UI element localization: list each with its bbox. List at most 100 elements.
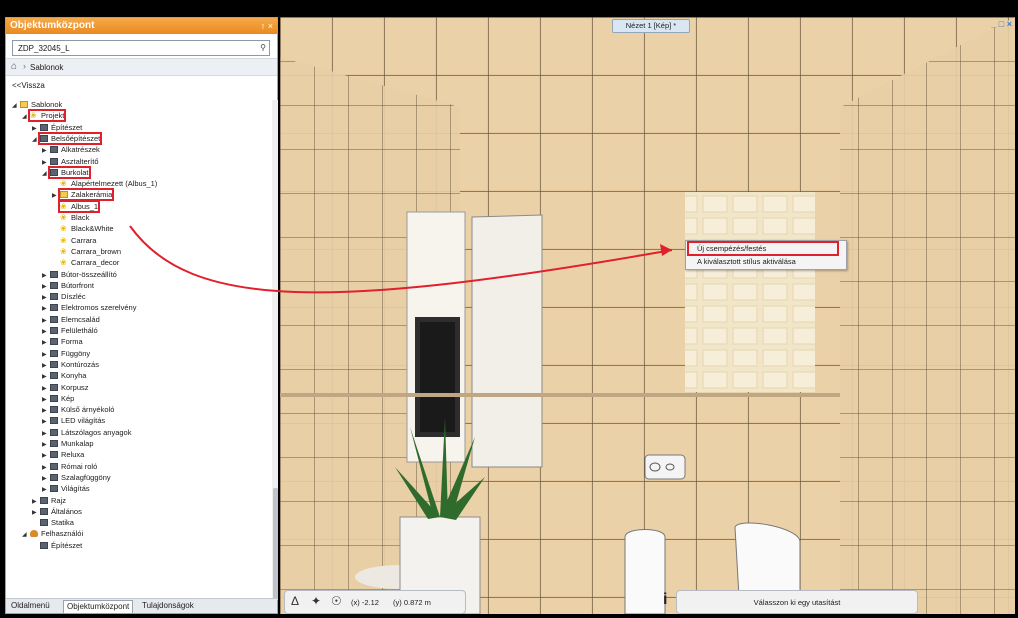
tree-item[interactable]: ▶ Függöny: [42, 349, 90, 359]
tree-item[interactable]: ▶ Külső árnyékoló: [42, 405, 114, 415]
tree-item[interactable]: ❀ Alapértelmezett (Albus_1): [52, 179, 157, 189]
book-icon: [50, 146, 58, 154]
coord-x: (x) -2.12: [351, 598, 379, 607]
book-icon: [50, 394, 58, 402]
book-icon: [40, 541, 48, 549]
tree-item[interactable]: ▶ Asztalterítő: [42, 157, 99, 167]
expand-arrow-icon[interactable]: ◢: [12, 101, 20, 111]
tree-item[interactable]: ▶ Szalagfüggöny: [42, 473, 111, 483]
tree-item[interactable]: ❀ Carrara: [52, 236, 96, 246]
tree-item[interactable]: ▶ Díszléc: [42, 292, 86, 302]
tree-item[interactable]: ▶ Konyha: [42, 371, 86, 381]
tree-item[interactable]: ◢ Felhasználói: [22, 529, 83, 539]
tree-item[interactable]: ▶ Bútor-összeállító: [42, 270, 117, 280]
tree-item-text: Építészet: [51, 540, 83, 550]
expand-arrow-icon[interactable]: ▶: [42, 372, 50, 382]
tree-item-text: LED világítás: [61, 416, 106, 426]
tree-scrollbar-thumb[interactable]: [273, 488, 278, 600]
tree-item[interactable]: ▶ Forma: [42, 337, 83, 347]
tree-item[interactable]: ❀ Black: [52, 213, 89, 223]
expand-arrow-icon[interactable]: ▶: [42, 282, 50, 292]
compass-icon[interactable]: Δ: [291, 594, 299, 608]
3d-viewport[interactable]: Nézet 1 [Kép] * _ □ ×: [280, 17, 1015, 614]
bulb-icon: ❀: [30, 111, 37, 121]
expand-arrow-icon[interactable]: ▶: [42, 146, 50, 156]
expand-arrow-icon[interactable]: ▶: [42, 384, 50, 394]
expand-arrow-icon[interactable]: ▶: [42, 440, 50, 450]
tree-item[interactable]: ▶ Alkatrészek: [42, 145, 100, 155]
tree-item[interactable]: ▶ Munkalap: [42, 439, 94, 449]
tree-item[interactable]: ▶ Zalakerámia: [52, 188, 115, 202]
expand-arrow-icon[interactable]: ▶: [42, 293, 50, 303]
expand-arrow-icon[interactable]: ▶: [42, 316, 50, 326]
tree-item-label: LED világítás: [50, 416, 105, 425]
tree-item[interactable]: ▶ Rajz: [32, 496, 66, 506]
tree-item[interactable]: ▶ Látszólagos anyagok: [42, 428, 131, 438]
tree-item[interactable]: ▶ Római roló: [42, 462, 97, 472]
expand-arrow-icon[interactable]: ▶: [42, 327, 50, 337]
back-link[interactable]: <<Vissza: [12, 81, 45, 90]
tree-item[interactable]: ▶ Kontúrozás: [42, 360, 99, 370]
tree-item-label: ❀ Alapértelmezett (Albus_1): [60, 179, 157, 188]
home-icon[interactable]: ⌂: [11, 61, 17, 72]
expand-arrow-icon[interactable]: ▶: [42, 271, 50, 281]
tree-item[interactable]: ❀ Carrara_brown: [52, 247, 121, 257]
tree-item[interactable]: ◢ Sablonok: [12, 100, 62, 110]
tree-item[interactable]: ◢ Burkolat: [42, 165, 91, 179]
expand-arrow-icon[interactable]: ▶: [42, 474, 50, 484]
tree-item[interactable]: ▶ Elektromos szerelvény: [42, 303, 136, 313]
search-input[interactable]: ZDP_32045_L ⚲: [12, 40, 270, 56]
expand-arrow-icon[interactable]: ▶: [42, 338, 50, 348]
tree-item-label: Felhasználói: [30, 529, 83, 538]
tree-item[interactable]: ▶ LED világítás: [42, 416, 105, 426]
tree-item[interactable]: ◢ ❀ Projekt: [22, 109, 67, 123]
tree-item[interactable]: ▶ Kép: [42, 394, 74, 404]
expand-arrow-icon[interactable]: ▶: [42, 463, 50, 473]
snap-icon[interactable]: ✦: [311, 594, 321, 608]
expand-arrow-icon[interactable]: ▶: [32, 508, 40, 518]
tree-item[interactable]: ❀ Black&White: [52, 224, 114, 234]
tree-item-label: Forma: [50, 337, 83, 346]
tree-item[interactable]: ▶ Felületháló: [42, 326, 98, 336]
tree-item[interactable]: ▶ Világítás: [42, 484, 90, 494]
expand-arrow-icon[interactable]: ▶: [42, 451, 50, 461]
expand-arrow-icon[interactable]: ▶: [42, 485, 50, 495]
expand-arrow-icon[interactable]: ▶: [42, 304, 50, 314]
expand-arrow-icon[interactable]: ▶: [42, 158, 50, 168]
tree-item[interactable]: ▶ Általános: [32, 507, 82, 517]
tree-item[interactable]: ▶ Bútorfront: [42, 281, 94, 291]
tab-objektumkozpont[interactable]: Objektumközpont: [63, 600, 134, 613]
tree-item[interactable]: ▶ Elemcsalád: [42, 315, 100, 325]
tree-item[interactable]: ❀ Carrara_decor: [52, 258, 119, 268]
tree-item[interactable]: ❀ Albus_1: [52, 199, 101, 213]
breadcrumb-item[interactable]: Sablonok: [30, 63, 63, 72]
expand-arrow-icon[interactable]: ▶: [42, 417, 50, 427]
tree-item[interactable]: ▶ Építészet: [32, 123, 82, 133]
expand-arrow-icon[interactable]: ▶: [32, 497, 40, 507]
panel-controls[interactable]: ↑ ×: [261, 18, 273, 34]
expand-arrow-icon[interactable]: ▶: [42, 361, 50, 371]
expand-arrow-icon[interactable]: ◢: [42, 169, 50, 179]
expand-arrow-icon[interactable]: ▶: [42, 395, 50, 405]
expand-arrow-icon[interactable]: ◢: [22, 112, 30, 122]
tree-item[interactable]: Építészet: [32, 541, 82, 551]
expand-arrow-icon[interactable]: ▶: [42, 429, 50, 439]
tab-tulajdonsagok[interactable]: Tulajdonságok: [139, 600, 197, 612]
tree-item[interactable]: ▶ Korpusz: [42, 383, 89, 393]
expand-arrow-icon[interactable]: ▶: [32, 124, 40, 134]
window-controls[interactable]: _ □ ×: [991, 19, 1012, 29]
tree-item[interactable]: Statika: [32, 518, 74, 528]
expand-arrow-icon[interactable]: ▶: [52, 191, 60, 201]
expand-arrow-icon[interactable]: ▶: [42, 406, 50, 416]
expand-arrow-icon[interactable]: ◢: [22, 530, 30, 540]
view-title-tab[interactable]: Nézet 1 [Kép] *: [612, 19, 690, 33]
menu-item-activate-style[interactable]: A kiválasztott stílus aktiválása: [689, 256, 837, 267]
menu-item-new-tiling[interactable]: Új csempézés/festés: [687, 241, 839, 256]
tree-item[interactable]: ◢ Belsőépítészet: [32, 131, 103, 145]
expand-arrow-icon[interactable]: ◢: [32, 135, 40, 145]
expand-arrow-icon[interactable]: ▶: [42, 350, 50, 360]
tab-oldalmenu[interactable]: Oldalmenü: [8, 600, 53, 612]
globe-icon[interactable]: ☉: [331, 594, 342, 608]
tree-item[interactable]: ▶ Reluxa: [42, 450, 84, 460]
search-icon[interactable]: ⚲: [260, 43, 266, 52]
